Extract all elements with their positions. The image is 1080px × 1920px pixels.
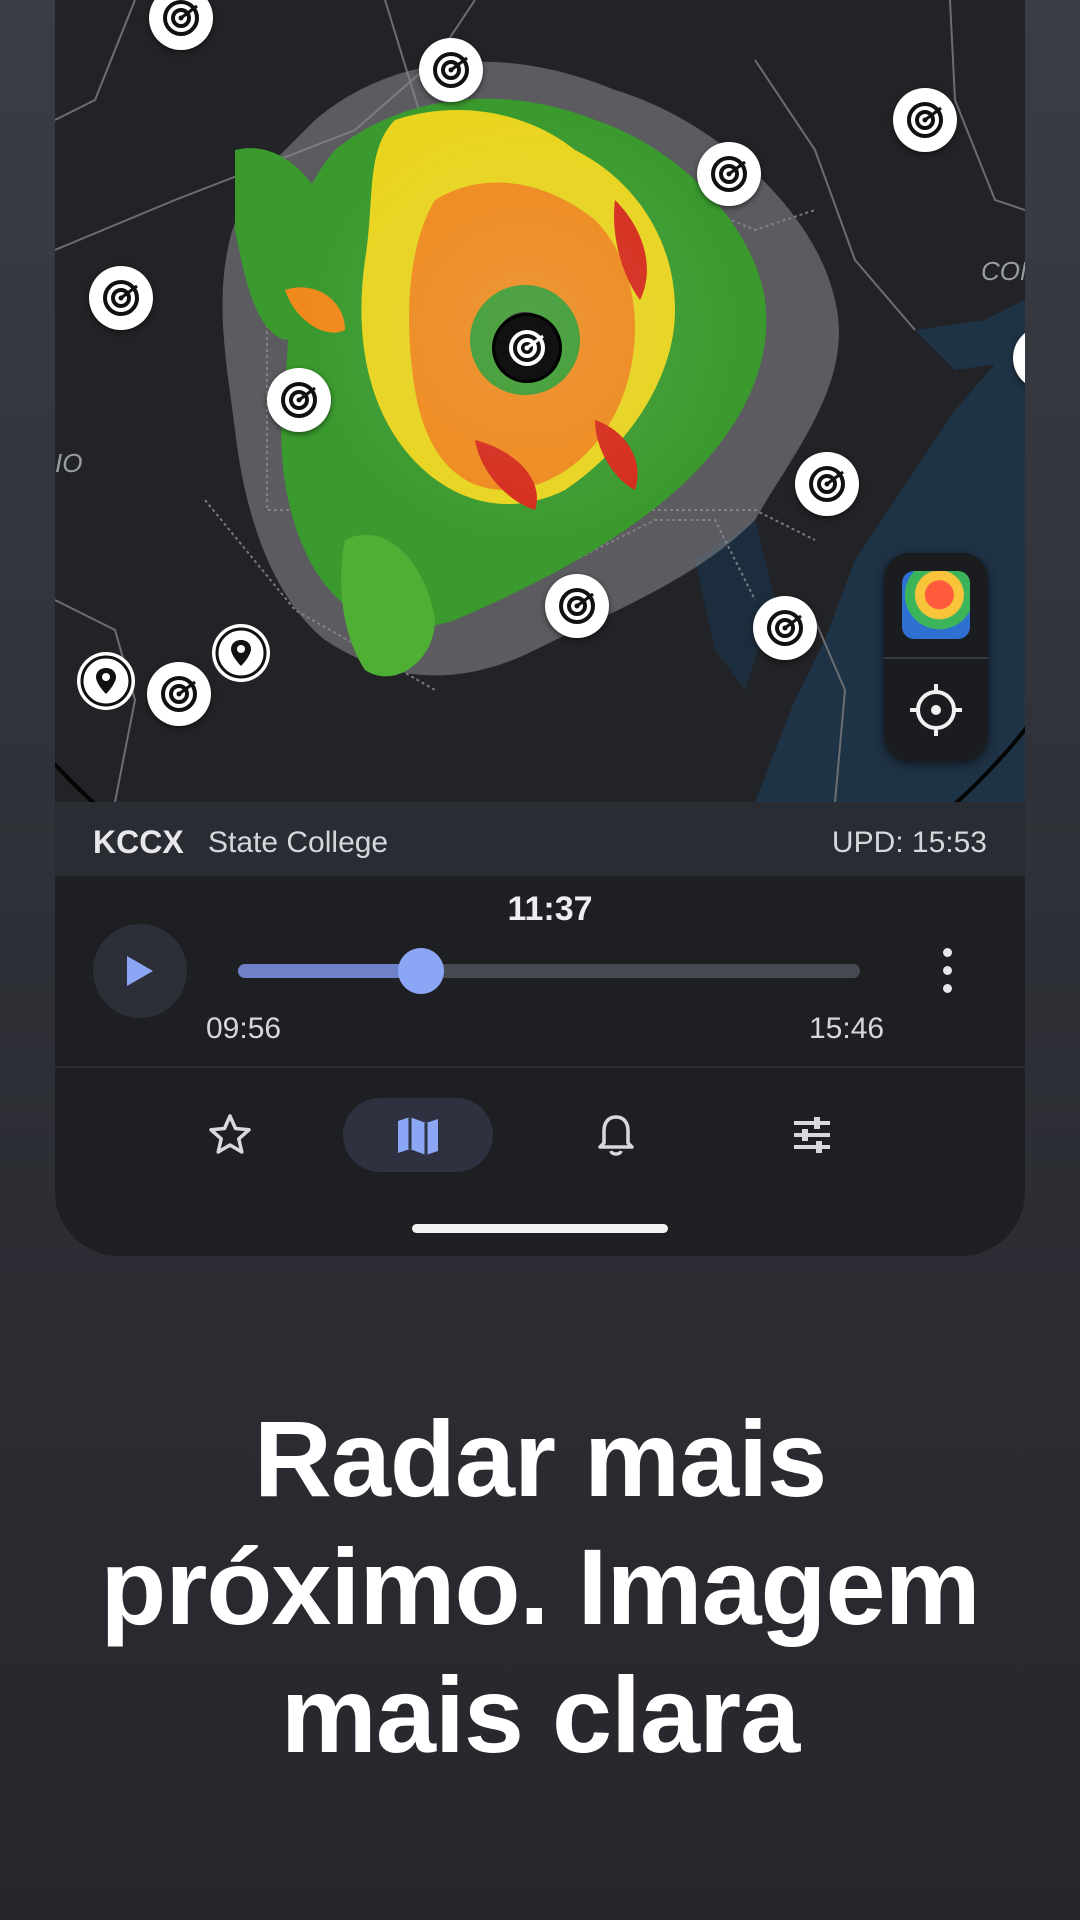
radar-site-icon [433,52,469,88]
map-label-con: CON [981,256,1025,286]
radar-site-marker[interactable] [147,662,211,726]
radar-site-icon [711,156,747,192]
layers-button[interactable] [884,553,988,657]
radar-site-marker[interactable] [753,596,817,660]
more-options-button[interactable] [931,946,961,996]
radar-site-icon [767,610,803,646]
radar-site-icon [163,0,199,36]
radar-site-marker[interactable] [89,266,153,330]
play-button[interactable] [93,924,187,1018]
nav-favorites[interactable] [155,1098,305,1172]
phone-screen: CON IO [55,0,1025,1256]
my-location-button[interactable] [884,659,988,761]
location-pin-marker[interactable] [212,624,270,682]
play-icon [127,956,153,986]
radar-site-icon [559,588,595,624]
animation-player: 11:37 09:56 15:46 [55,876,1025,1066]
timeline-end-time: 15:46 [809,1012,885,1045]
radar-site-marker[interactable] [267,368,331,432]
station-name: State College [208,826,389,859]
map-controls [884,553,988,761]
radar-site-marker-selected[interactable] [495,316,559,380]
radar-site-marker[interactable] [545,574,609,638]
nav-alerts[interactable] [541,1098,691,1172]
timeline-slider[interactable] [238,964,860,978]
timeline-start-time: 09:56 [206,1012,282,1045]
promo-headline: Radar mais próximo. Imagem mais clara [0,1395,1080,1779]
update-time: UPD: 15:53 [831,826,987,859]
radar-site-icon [509,330,545,366]
bell-icon [598,1115,634,1156]
radar-site-icon [103,280,139,316]
home-indicator[interactable] [412,1224,668,1233]
radar-site-marker[interactable] [893,88,957,152]
more-vert-icon [943,984,952,993]
map-label-io: IO [55,448,82,478]
headline-line: Radar mais [253,1398,827,1519]
radar-site-marker[interactable] [697,142,761,206]
radar-layers-icon [902,571,970,639]
timeline-progress [238,964,422,978]
more-vert-icon [943,948,952,957]
current-frame-time: 11:37 [507,890,593,928]
star-icon [209,1114,251,1154]
radar-site-icon [809,466,845,502]
map-icon [398,1117,438,1155]
location-pin-marker[interactable] [77,652,135,710]
bottom-navigation [55,1068,1025,1198]
headline-line: mais clara [280,1654,800,1775]
nav-map[interactable] [343,1098,493,1172]
station-info-bar[interactable]: KCCX State College UPD: 15:53 [55,802,1025,876]
radar-site-icon [161,676,197,712]
timeline-thumb[interactable] [398,948,445,994]
radar-site-icon [907,102,943,138]
location-pin-icon [80,655,132,707]
nav-settings[interactable] [737,1098,887,1172]
radar-site-marker[interactable] [795,452,859,516]
station-code: KCCX [93,824,184,860]
more-vert-icon [943,966,952,975]
radar-map[interactable]: CON IO [55,0,1025,802]
headline-line: próximo. Imagem [100,1526,980,1647]
radar-site-icon [281,382,317,418]
crosshair-icon [910,684,962,736]
sliders-icon [794,1117,830,1153]
radar-site-marker[interactable] [419,38,483,102]
location-pin-icon [215,627,267,679]
